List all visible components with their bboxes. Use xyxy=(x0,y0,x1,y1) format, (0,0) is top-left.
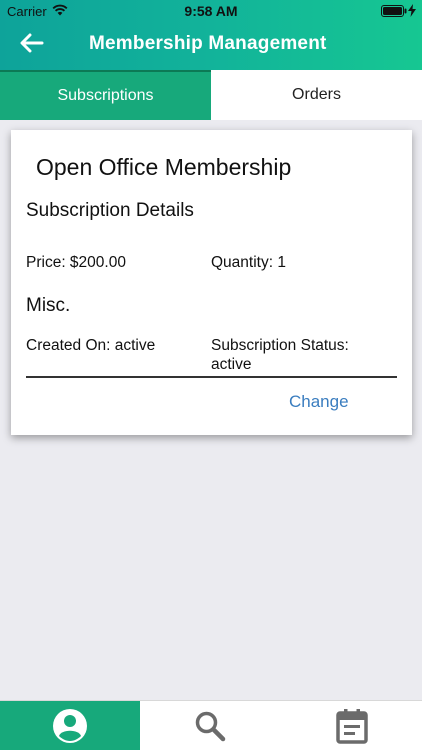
battery-icon xyxy=(381,5,407,17)
quantity-field: Quantity: 1 xyxy=(211,254,286,271)
account-circle-icon xyxy=(53,709,87,743)
card-divider xyxy=(26,376,397,378)
bottom-tab-bar xyxy=(0,700,422,750)
subscription-status-field: Subscription Status: active xyxy=(211,337,349,373)
membership-title: Open Office Membership xyxy=(36,154,292,180)
tab-orders[interactable]: Orders xyxy=(211,70,422,120)
status-bar: Carrier 9:58 AM xyxy=(0,0,422,22)
navigation-bar: Membership Management xyxy=(0,22,422,70)
bottom-tab-account[interactable] xyxy=(0,701,140,750)
created-on-field: Created On: active xyxy=(26,337,156,354)
tab-subscriptions[interactable]: Subscriptions xyxy=(0,70,211,120)
app-header: Carrier 9:58 AM Membership Management xyxy=(0,0,422,70)
subscription-card: Open Office Membership Subscription Deta… xyxy=(11,130,412,435)
tab-bar: Subscriptions Orders xyxy=(0,70,422,120)
search-icon xyxy=(195,711,226,742)
status-time: 9:58 AM xyxy=(184,3,238,19)
arrow-left-icon xyxy=(20,33,44,53)
price-field: Price: $200.00 xyxy=(26,254,126,271)
misc-heading: Misc. xyxy=(26,295,71,316)
change-button[interactable]: Change xyxy=(289,392,349,412)
subscription-details-heading: Subscription Details xyxy=(26,200,194,221)
page-title: Membership Management xyxy=(89,33,327,54)
bottom-tab-search[interactable] xyxy=(140,701,280,750)
back-button[interactable] xyxy=(14,28,50,58)
charging-bolt-icon xyxy=(408,4,416,17)
bottom-tab-calendar[interactable] xyxy=(281,701,422,750)
calendar-icon xyxy=(335,709,368,744)
